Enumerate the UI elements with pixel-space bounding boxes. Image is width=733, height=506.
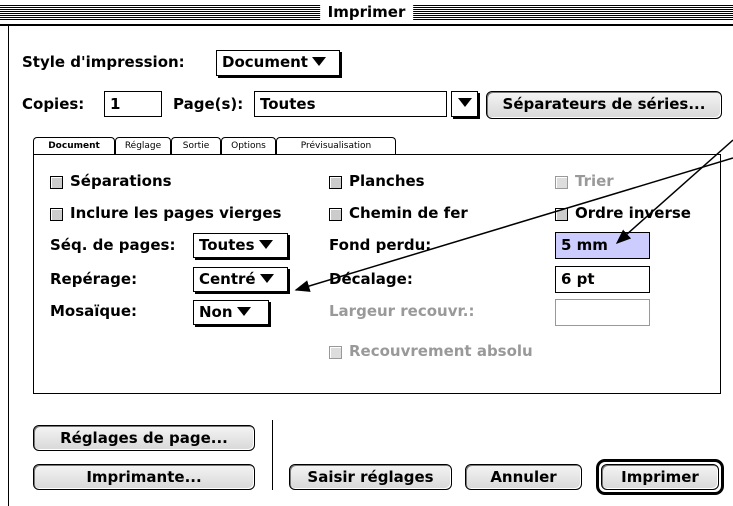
annotation-arrows [294, 139, 733, 292]
arrow-icon [294, 157, 733, 292]
arrow-icon [615, 139, 733, 244]
print-dialog: Imprimer Style d'impression: Document Co… [0, 0, 733, 506]
